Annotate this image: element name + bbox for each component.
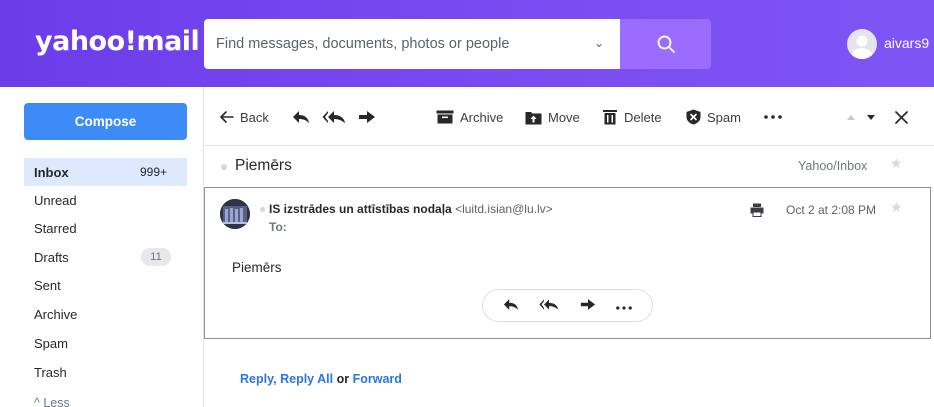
chevron-up-icon: [847, 114, 855, 120]
or-text: or: [336, 372, 350, 386]
read-status-dot[interactable]: [260, 207, 265, 212]
folder-path: Yahoo/Inbox: [798, 159, 868, 173]
user-avatar-icon[interactable]: [847, 29, 877, 59]
subject-row: Piemērs Yahoo/Inbox ★: [204, 145, 934, 187]
reply-button[interactable]: [292, 107, 310, 127]
star-icon[interactable]: ★: [890, 155, 903, 172]
sidebar-item-label: Sent: [34, 277, 61, 293]
message-card: IS izstrādes un attīstības nodaļa <luitd…: [204, 187, 931, 339]
close-button[interactable]: [895, 107, 908, 127]
close-icon: [895, 110, 908, 124]
archive-icon: [436, 110, 454, 124]
sidebar-item-label: Unread: [34, 192, 77, 208]
search-input[interactable]: [216, 19, 576, 69]
spam-label: Spam: [707, 109, 741, 125]
delete-button[interactable]: Delete: [602, 107, 662, 127]
more-button[interactable]: [616, 298, 632, 313]
move-label: Move: [548, 109, 580, 125]
more-button[interactable]: [764, 107, 782, 127]
sidebar-item-starred[interactable]: Starred: [24, 214, 187, 242]
sender-avatar: [220, 199, 250, 229]
archive-button[interactable]: Archive: [436, 107, 503, 127]
search-icon: [657, 35, 675, 53]
spam-button[interactable]: Spam: [686, 107, 741, 127]
print-icon: [750, 203, 764, 217]
unread-count-badge: 999+: [139, 165, 167, 179]
sidebar-item-inbox[interactable]: Inbox 999+: [24, 158, 187, 186]
archive-label: Archive: [460, 109, 504, 125]
sender-email: <luitd.isian@lu.lv>: [455, 202, 553, 216]
to-label: To:: [269, 220, 287, 234]
reply-link[interactable]: Reply: [240, 372, 273, 386]
sender-line[interactable]: IS izstrādes un attīstības nodaļa <luitd…: [269, 202, 553, 216]
quick-actions-bar: [482, 289, 653, 322]
more-icon: [764, 115, 782, 119]
message-toolbar: Back Archive Move Delete Spam: [204, 87, 934, 145]
sidebar-item-sent[interactable]: Sent: [24, 271, 187, 299]
next-message-button[interactable]: [866, 107, 876, 127]
delete-label: Delete: [624, 109, 662, 125]
sidebar-item-label: Archive: [34, 306, 78, 322]
compose-button[interactable]: Compose: [24, 103, 187, 140]
delete-icon: [603, 110, 617, 125]
drafts-count-badge: 11: [141, 248, 171, 266]
reply-all-icon: [539, 299, 559, 309]
unread-dot[interactable]: [221, 164, 227, 170]
back-label: Back: [240, 109, 269, 125]
forward-icon: [580, 298, 595, 310]
chevron-down-icon: [867, 114, 875, 120]
sidebar-item-trash[interactable]: Trash: [24, 358, 187, 386]
sidebar-item-label: Starred: [34, 220, 77, 236]
more-icon: [616, 306, 632, 310]
move-button[interactable]: Move: [525, 107, 580, 127]
username[interactable]: aivars9: [884, 35, 929, 51]
search-options-chevron-icon[interactable]: ⌄: [594, 36, 604, 50]
sidebar-item-spam[interactable]: Spam: [24, 329, 187, 357]
spam-icon: [686, 109, 701, 125]
previous-message-button[interactable]: [846, 107, 856, 127]
reply-icon: [504, 298, 519, 310]
reply-all-link[interactable]: Reply All: [280, 372, 333, 386]
star-icon[interactable]: ★: [890, 199, 903, 216]
move-icon: [525, 111, 542, 124]
forward-button[interactable]: [580, 298, 596, 314]
reply-all-button[interactable]: [539, 298, 559, 314]
forward-button[interactable]: [358, 107, 376, 127]
search-bar: ⌄: [204, 19, 620, 69]
reply-all-icon: [322, 111, 345, 123]
yahoo-mail-logo[interactable]: yahoo!mail: [35, 26, 200, 57]
sidebar-item-label: Inbox: [34, 164, 69, 180]
sidebar-item-label: Drafts: [34, 249, 69, 265]
sidebar-item-archive[interactable]: Archive: [24, 300, 187, 328]
message-date: Oct 2 at 2:08 PM: [786, 203, 877, 217]
forward-icon: [359, 111, 375, 123]
sidebar-item-label: Trash: [34, 364, 67, 380]
sidebar-item-unread[interactable]: Unread: [24, 186, 187, 214]
app-header: yahoo!mail ⌄ aivars9: [0, 0, 934, 87]
back-button[interactable]: Back: [220, 107, 269, 127]
forward-link[interactable]: Forward: [353, 372, 402, 386]
search-button[interactable]: [620, 19, 711, 69]
less-toggle[interactable]: ^ Less: [34, 396, 70, 407]
reply-icon: [293, 111, 309, 123]
back-arrow-icon: [220, 111, 234, 123]
print-button[interactable]: [750, 203, 764, 220]
sidebar-item-drafts[interactable]: Drafts 11: [24, 243, 187, 271]
reply-all-button[interactable]: [322, 107, 346, 127]
message-body: Piemērs: [232, 260, 282, 275]
sender-name: IS izstrādes un attīstības nodaļa: [269, 202, 452, 216]
sidebar: Compose Inbox 999+ Unread Starred Drafts…: [0, 87, 203, 407]
reply-button[interactable]: [503, 298, 519, 314]
message-subject: Piemērs: [235, 157, 292, 174]
sidebar-item-label: Spam: [34, 335, 68, 351]
reply-links: Reply, Reply All or Forward: [240, 372, 402, 386]
comma-separator: ,: [273, 372, 277, 386]
